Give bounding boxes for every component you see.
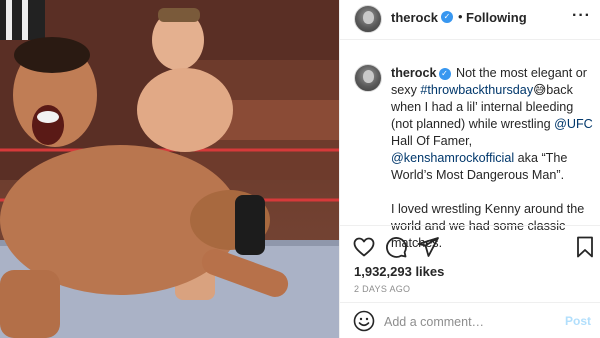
post-actions: 1,932,293 likes 2 DAYS AGO Post <box>340 225 600 337</box>
caption-username[interactable]: therock <box>391 66 437 80</box>
comment-icon[interactable] <box>384 235 408 259</box>
post-sidebar: therock ✓ • Following ··· therock ✓ Not t… <box>339 0 600 338</box>
separator-dot: • <box>458 9 463 24</box>
post-timestamp[interactable]: 2 DAYS AGO <box>354 284 410 294</box>
comment-bar: Post <box>340 302 600 338</box>
author-avatar[interactable] <box>354 5 382 33</box>
mention-ufc-link[interactable]: @UFC <box>554 117 593 131</box>
more-options-icon[interactable]: ··· <box>572 7 591 25</box>
heart-icon[interactable] <box>352 235 376 259</box>
smiley-icon[interactable] <box>352 309 376 333</box>
wrestling-photo-illustration <box>0 0 339 338</box>
post-caption: therock ✓ Not the most elegant or sexy #t… <box>340 40 600 250</box>
likes-count[interactable]: 1,932,293 likes <box>354 264 444 279</box>
caption-text-3: Hall Of Famer, <box>391 134 473 148</box>
instagram-post: therock ✓ • Following ··· therock ✓ Not t… <box>0 0 600 338</box>
caption-avatar[interactable] <box>354 64 382 92</box>
caption-text: therock ✓ Not the most elegant or sexy #t… <box>391 65 597 252</box>
post-comment-button[interactable]: Post <box>565 314 591 328</box>
comment-input[interactable] <box>384 313 544 331</box>
hashtag-link[interactable]: #throwbackthursday <box>420 83 533 97</box>
post-header: therock ✓ • Following ··· <box>340 0 600 40</box>
verified-badge-icon: ✓ <box>441 11 453 23</box>
following-button[interactable]: Following <box>466 10 527 25</box>
sweat-smile-emoji: 😅 <box>533 83 547 97</box>
post-photo[interactable] <box>0 0 339 338</box>
mention-kenshamrock-link[interactable]: @kenshamrockofficial <box>391 151 514 165</box>
caption-verified-badge-icon: ✓ <box>438 67 451 80</box>
author-username[interactable]: therock <box>391 10 438 25</box>
bookmark-icon[interactable] <box>573 235 597 259</box>
paper-plane-icon[interactable] <box>416 235 440 259</box>
